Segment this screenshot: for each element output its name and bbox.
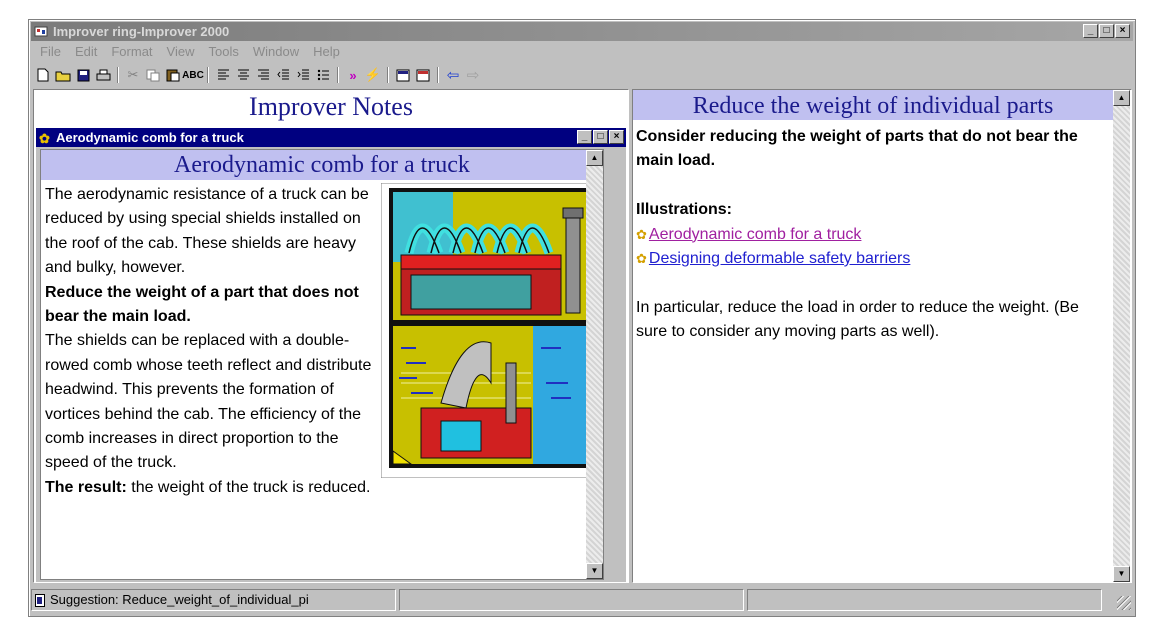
toolbar-separator [337,67,339,83]
new-icon[interactable] [33,66,53,84]
child-maximize-button[interactable]: □ [593,130,608,144]
child-title-bar[interactable]: ✿ Aerodynamic comb for a truck _ □ × [36,128,626,147]
principle-pane: Reduce the weight of individual parts Co… [632,89,1132,583]
note-paragraph: The shields can be replaced with a doubl… [45,332,372,472]
align-right-icon[interactable] [253,66,273,84]
forward-icon[interactable]: ⇨ [463,66,483,84]
result-text: the weight of the truck is reduced. [126,478,371,496]
toolbar-separator [437,67,439,83]
note-body: The aerodynamic resistance of a truck ca… [45,183,375,500]
note-content: Aerodynamic comb for a truck The aerodyn… [40,149,604,580]
bullets-icon[interactable] [313,66,333,84]
minimize-button[interactable]: _ [1083,24,1098,38]
principle-paragraph: In particular, reduce the load in order … [636,298,1079,341]
window-title: Improver ring-Improver 2000 [53,24,230,39]
toolbar-separator [207,67,209,83]
toolbar-separator [387,67,389,83]
menu-edit[interactable]: Edit [68,44,104,62]
notes-title: Improver Notes [249,92,413,121]
notes-pane: Improver Notes ✿ Aerodynamic comb for a … [33,89,629,583]
menu-file[interactable]: File [33,44,68,62]
toolbar-separator [117,67,119,83]
link-text[interactable]: Aerodynamic comb for a truck [649,226,862,243]
print-icon[interactable] [93,66,113,84]
child-minimize-button[interactable]: _ [577,130,592,144]
result-label: The result: [45,478,127,496]
scroll-up-button[interactable]: ▲ [1113,90,1130,106]
menu-bar: File Edit Format View Tools Window Help [33,44,347,62]
illustration-link-1[interactable]: ✿ Aerodynamic comb for a truck [636,223,1106,247]
illustration-link-2[interactable]: ✿ Designing deformable safety barriers [636,247,1106,271]
note-paragraph: The aerodynamic resistance of a truck ca… [45,186,369,277]
save-icon[interactable] [73,66,93,84]
note-child-window: ✿ Aerodynamic comb for a truck _ □ × Aer… [36,128,626,582]
menu-view[interactable]: View [160,44,202,62]
menu-format[interactable]: Format [104,44,159,62]
illustrations-label: Illustrations: [636,201,733,219]
note-heading: Aerodynamic comb for a truck [41,150,603,180]
menu-help[interactable]: Help [306,44,347,62]
star-icon: ✿ [636,251,647,267]
copy-icon[interactable] [143,66,163,84]
app-window: Improver ring-Improver 2000 _ □ × File E… [28,19,1136,617]
status-panel [399,589,744,611]
status-text: Suggestion: Reduce_weight_of_individual_… [50,592,309,607]
close-button[interactable]: × [1115,24,1130,38]
spellcheck-icon[interactable]: ABC [182,66,204,84]
scroll-down-button[interactable]: ▼ [1113,566,1130,582]
toolbar: ✂ ABC » ⚡ ⇦ ⇨ [33,64,1131,86]
open-icon[interactable] [53,66,73,84]
scroll-down-button[interactable]: ▼ [586,563,603,579]
paste-icon[interactable] [163,66,183,84]
note-icon: ✿ [39,131,50,146]
note-principle: Reduce the weight of a part that does no… [45,283,359,326]
view-note-icon[interactable] [413,66,433,84]
star-icon: ✿ [636,226,647,242]
note-icon[interactable] [393,66,413,84]
note-result: The result: the weight of the truck is r… [45,476,375,500]
increase-indent-icon[interactable] [293,66,313,84]
principle-heading: Reduce the weight of individual parts [633,90,1113,120]
cut-icon[interactable]: ✂ [123,66,143,84]
child-window-title: Aerodynamic comb for a truck [56,130,244,145]
next-icon[interactable]: » [343,66,363,84]
scroll-up-button[interactable]: ▲ [586,150,603,166]
decrease-indent-icon[interactable] [273,66,293,84]
title-bar[interactable]: Improver ring-Improver 2000 _ □ × [31,22,1133,41]
app-icon [34,26,48,37]
maximize-button[interactable]: □ [1099,24,1114,38]
align-left-icon[interactable] [213,66,233,84]
principle-scrollbar[interactable]: ▲ ▼ [1113,90,1130,582]
note-scrollbar[interactable]: ▲ ▼ [586,150,603,579]
child-close-button[interactable]: × [609,130,624,144]
status-suggestion: Suggestion: Reduce_weight_of_individual_… [31,589,396,611]
principle-body: Consider reducing the weight of parts th… [636,125,1106,345]
menu-window[interactable]: Window [246,44,306,62]
status-panel [747,589,1102,611]
link-text[interactable]: Designing deformable safety barriers [649,250,910,267]
status-bar: Suggestion: Reduce_weight_of_individual_… [31,589,1133,613]
resize-grip-icon[interactable] [1117,596,1131,610]
principle-intro: Consider reducing the weight of parts th… [636,128,1078,170]
jump-icon[interactable]: ⚡ [363,66,383,84]
truck-illustration [381,183,601,478]
document-icon [35,593,45,607]
align-center-icon[interactable] [233,66,253,84]
menu-tools[interactable]: Tools [201,44,245,62]
back-icon[interactable]: ⇦ [443,66,463,84]
